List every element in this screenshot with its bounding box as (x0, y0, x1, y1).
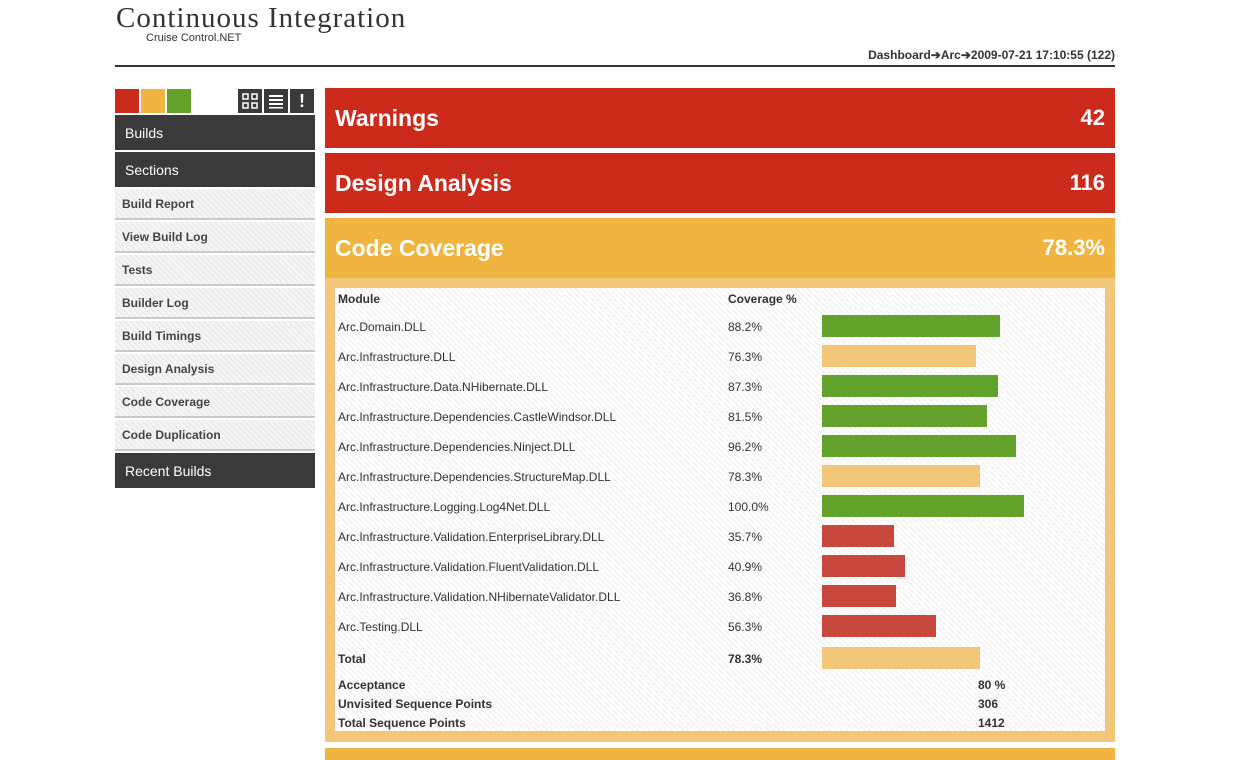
total-points-value: 1412 (978, 716, 1005, 730)
sidebar-sections[interactable]: Sections (115, 152, 315, 187)
design-analysis-panel-header[interactable]: Design Analysis 116 (325, 153, 1115, 213)
page-subtitle: Cruise Control.NET (146, 32, 242, 44)
design-analysis-title: Design Analysis (335, 169, 512, 196)
module-name: Arc.Infrastructure.DLL (338, 350, 456, 364)
table-row: Arc.Infrastructure.Validation.Enterprise… (335, 525, 1105, 549)
warnings-count: 42 (1080, 105, 1105, 130)
sidebar-item-tests[interactable]: Tests (115, 255, 315, 286)
sidebar-item-code-duplication[interactable]: Code Duplication (115, 420, 315, 451)
status-success-swatch (167, 89, 191, 113)
alert-icon[interactable]: ! (290, 89, 314, 113)
table-row: Arc.Domain.DLL 88.2% (335, 315, 1105, 339)
acceptance-label: Acceptance (338, 678, 406, 692)
module-column-header: Module (338, 292, 380, 306)
unvisited-points-label: Unvisited Sequence Points (338, 697, 493, 711)
coverage-bar (822, 315, 1000, 337)
sidebar-item-design-analysis[interactable]: Design Analysis (115, 354, 315, 385)
module-name: Arc.Infrastructure.Logging.Log4Net.DLL (338, 500, 551, 514)
sidebar-item-view-build-log[interactable]: View Build Log (115, 222, 315, 253)
sidebar-item-build-timings[interactable]: Build Timings (115, 321, 315, 352)
list-view-glyph (269, 95, 283, 109)
table-row: Arc.Infrastructure.Validation.NHibernate… (335, 585, 1105, 609)
coverage-percent: 76.3% (728, 350, 763, 364)
module-name: Arc.Infrastructure.Dependencies.Ninject.… (338, 440, 576, 454)
code-coverage-panel: Module Coverage % Arc.Domain.DLL 88.2% A… (325, 278, 1115, 742)
grid-view-icon[interactable] (238, 89, 262, 113)
coverage-percent: 96.2% (728, 440, 763, 454)
total-points-label: Total Sequence Points (338, 716, 466, 730)
sidebar-item-build-report[interactable]: Build Report (115, 189, 315, 220)
sidebar-recent-builds[interactable]: Recent Builds (115, 453, 315, 488)
code-coverage-panel-header[interactable]: Code Coverage 78.3% (325, 218, 1115, 278)
coverage-percent: 40.9% (728, 560, 763, 574)
list-view-icon[interactable] (264, 89, 288, 113)
coverage-column-header: Coverage % (728, 292, 797, 306)
total-percent: 78.3% (728, 652, 763, 666)
coverage-bar (822, 555, 905, 577)
table-row: Arc.Infrastructure.Dependencies.CastleWi… (335, 405, 1105, 429)
status-warning-swatch (141, 89, 165, 113)
coverage-percent: 81.5% (728, 410, 763, 424)
coverage-percent: 87.3% (728, 380, 763, 394)
coverage-percent: 56.3% (728, 620, 763, 634)
coverage-bar (822, 465, 980, 487)
coverage-bar (822, 345, 976, 367)
coverage-bar (822, 375, 998, 397)
sidebar-item-code-coverage[interactable]: Code Coverage (115, 387, 315, 418)
module-name: Arc.Infrastructure.Dependencies.CastleWi… (338, 410, 617, 424)
code-coverage-title: Code Coverage (335, 234, 504, 261)
design-analysis-count: 116 (1069, 170, 1106, 195)
coverage-bar (822, 585, 896, 607)
total-label: Total (338, 652, 366, 666)
coverage-percent: 88.2% (728, 320, 763, 334)
unvisited-points-value: 306 (978, 697, 999, 711)
coverage-bar (822, 495, 1024, 517)
next-panel-header[interactable] (325, 748, 1115, 760)
table-row: Arc.Infrastructure.Dependencies.Ninject.… (335, 435, 1105, 459)
coverage-table: Module Coverage % Arc.Domain.DLL 88.2% A… (335, 288, 1105, 731)
table-row: Arc.Infrastructure.Dependencies.Structur… (335, 465, 1105, 489)
breadcrumb[interactable]: Dashboard➔Arc➔2009-07-21 17:10:55 (122) (868, 48, 1115, 62)
table-row: Arc.Testing.DLL 56.3% (335, 615, 1105, 639)
total-coverage-bar (822, 647, 980, 669)
coverage-bar (822, 615, 936, 637)
acceptance-value: 80 % (978, 678, 1006, 692)
coverage-bar (822, 405, 987, 427)
module-name: Arc.Infrastructure.Data.NHibernate.DLL (338, 380, 549, 394)
module-name: Arc.Infrastructure.Dependencies.Structur… (338, 470, 611, 484)
table-row: Arc.Infrastructure.Logging.Log4Net.DLL 1… (335, 495, 1105, 519)
sidebar-builds[interactable]: Builds (115, 115, 315, 150)
warnings-panel-header[interactable]: Warnings 42 (325, 88, 1115, 148)
header-divider (115, 65, 1115, 67)
module-name: Arc.Testing.DLL (338, 620, 423, 634)
coverage-bar (822, 435, 1016, 457)
status-failed-swatch (115, 89, 139, 113)
sidebar-item-builder-log[interactable]: Builder Log (115, 288, 315, 319)
table-row: Arc.Infrastructure.Data.NHibernate.DLL 8… (335, 375, 1105, 399)
warnings-title: Warnings (335, 104, 439, 131)
grid-view-glyph (242, 93, 258, 109)
coverage-percent: 78.3% (728, 470, 763, 484)
table-row: Arc.Infrastructure.DLL 76.3% (335, 345, 1105, 369)
module-name: Arc.Infrastructure.Validation.NHibernate… (338, 590, 621, 604)
module-name: Arc.Infrastructure.Validation.Enterprise… (338, 530, 605, 544)
coverage-bar (822, 525, 894, 547)
coverage-percent: 35.7% (728, 530, 763, 544)
coverage-percent: 36.8% (728, 590, 763, 604)
total-row: Total 78.3% (335, 647, 1105, 671)
code-coverage-value: 78.3% (1042, 235, 1105, 260)
page-title: Continuous Integration (116, 2, 407, 34)
module-name: Arc.Infrastructure.Validation.FluentVali… (338, 560, 600, 574)
table-row: Arc.Infrastructure.Validation.FluentVali… (335, 555, 1105, 579)
module-name: Arc.Domain.DLL (338, 320, 427, 334)
coverage-percent: 100.0% (728, 500, 769, 514)
